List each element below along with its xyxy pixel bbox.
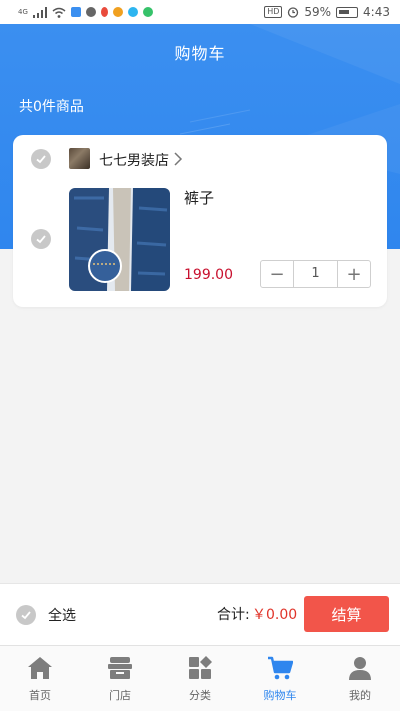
cart-shop-card: 七七男装店 裤子 199.00 − + (13, 135, 387, 307)
battery-percent: 59% (304, 5, 332, 19)
product-price: 199.00 (184, 267, 233, 283)
select-all-label[interactable]: 全选 (48, 605, 76, 625)
check-icon (21, 611, 31, 620)
item-count: 共0件商品 (19, 99, 84, 115)
user-icon (349, 657, 371, 680)
message-notification-icon (85, 7, 96, 17)
total-value: ￥0.00 (252, 607, 298, 623)
page-title: 购物车 (174, 44, 226, 63)
clock: 4:43 (363, 5, 390, 19)
tab-cart[interactable]: 购物车 (240, 646, 320, 711)
app2-notification-icon (112, 7, 123, 17)
product-name[interactable]: 裤子 (184, 187, 214, 208)
checkout-button[interactable]: 结算 (304, 596, 389, 632)
jeans-image (69, 188, 170, 291)
quantity-stepper: − + (260, 260, 371, 288)
wifi-icon (52, 7, 66, 18)
chevron-right-icon[interactable] (173, 151, 183, 167)
hd-badge: HD (264, 6, 283, 18)
product-image[interactable] (69, 188, 170, 291)
network-type: 4G (18, 8, 28, 16)
store-icon (108, 657, 132, 679)
tab-label: 购物车 (263, 689, 297, 702)
tab-profile[interactable]: 我的 (320, 646, 400, 711)
shop-logo (69, 148, 90, 169)
item-select-checkbox[interactable] (31, 229, 51, 249)
location-notification-icon (100, 7, 108, 17)
quantity-input[interactable] (294, 261, 337, 287)
tab-home[interactable]: 首页 (0, 646, 80, 711)
cart-icon (268, 656, 293, 680)
play-notification-icon (142, 7, 153, 17)
shop-name[interactable]: 七七男装店 (99, 150, 169, 170)
signal-icon (32, 6, 47, 18)
tab-category[interactable]: 分类 (160, 646, 240, 711)
decrease-quantity-button[interactable]: − (261, 261, 294, 287)
tab-label: 门店 (109, 689, 131, 702)
check-icon (36, 155, 46, 164)
increase-quantity-button[interactable]: + (337, 261, 370, 287)
category-icon (189, 656, 212, 679)
tab-store[interactable]: 门店 (80, 646, 160, 711)
check-icon (36, 235, 46, 244)
tab-label: 我的 (349, 689, 371, 702)
tab-label: 首页 (29, 689, 51, 702)
shop-select-checkbox[interactable] (31, 149, 51, 169)
status-bar: 4G HD 59% 4:43 (0, 0, 400, 24)
status-icons-right: HD 59% 4:43 (264, 5, 390, 19)
app3-notification-icon (127, 7, 138, 17)
battery-icon (336, 6, 359, 18)
app-notification-icon (70, 7, 81, 17)
select-all-checkbox[interactable] (16, 605, 36, 625)
home-icon (28, 657, 52, 679)
tab-label: 分类 (189, 689, 211, 702)
total-label: 合计: (217, 607, 250, 623)
bottom-tab-bar: 首页 门店 分类 购物车 我的 (0, 645, 400, 711)
status-icons-left: 4G (18, 6, 153, 18)
alarm-icon (288, 7, 299, 18)
checkout-bar: 全选 合计: ￥0.00 结算 (0, 583, 400, 645)
